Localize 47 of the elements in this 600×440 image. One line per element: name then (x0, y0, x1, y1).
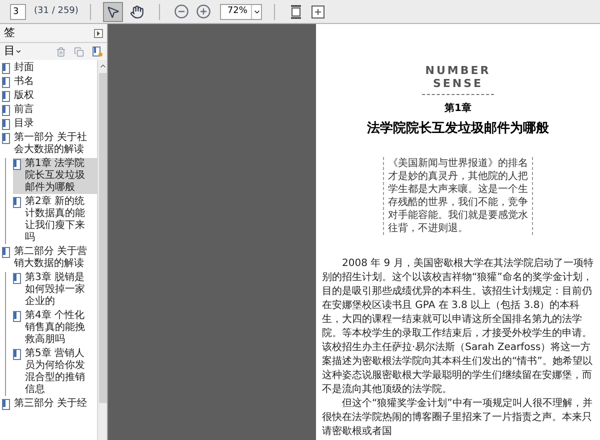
panel-title: 签 (4, 24, 15, 41)
zoom-in-button[interactable] (194, 2, 212, 20)
chapter-number: 第1章 (444, 101, 472, 116)
body-paragraph: 2008 年 9 月，美国密歇根大学在其法学院启动了一项特别的招生计划。这个以该校吉祥物“狼獾”命名的奖学金计划，目的是吸引那些成绩优异的本科生。该招生计划规定：目前仍在安娜堡校区读书且 GPA 在 3.8 以上（包括 3.8）的本科生，大四的课程一结束就可以申请这所全国排名第九的法学院。等本校学生的录取工作结束后，才接受外校学生的申请。该校招生办主任萨拉·易尔法斯（Sarah Zearfoss）将这一方案描述为密歇根法学院向其本科生们发出的“情书”。她希望以这种姿态说服密歇根大学最聪明的学生们继续留在安娜堡，而不是流向其他顶级的法学院。 (322, 256, 594, 396)
bookmark-item[interactable]: 书名 (2, 76, 97, 88)
scroll-thumb[interactable] (98, 73, 106, 403)
chapter-title: 法学院院长互发垃圾邮件为哪般 (367, 120, 549, 138)
bookmark-icon (13, 273, 21, 284)
fit-width-icon (311, 4, 326, 18)
hand-icon (130, 4, 144, 18)
page-count: (31 / 259) (34, 4, 78, 18)
bookmark-item[interactable]: 第2章 新的统计数据真的能让我们瘦下来吗 (13, 196, 97, 244)
bookmark-item[interactable]: 目录 (2, 118, 97, 130)
bookmark-item[interactable]: 前言 (2, 104, 97, 116)
bookmark-item[interactable]: 第1章 法学院院长互发垃圾邮件为哪般 (13, 158, 97, 194)
quote-block: 《美国新闻与世界报道》的排名才是妙的真灵丹，其他院的人把学生都是大声来嚷。这是一个生存残酷的世界，我们不能，竞争对手能容能。我们就是要感觉水往背，不进则退。 (383, 156, 533, 234)
bookmark-item[interactable]: 第三部分 关于经 (2, 398, 97, 410)
dropdown-icon (15, 48, 22, 55)
body-paragraph: 但这个“狼獾奖学金计划”中有一项规定叫人很不理解，并很快在法学院热闹的博客圈子里招来了一片指责之声。本来只请密歇根或者国 (322, 396, 594, 438)
book-logo-text: NUMBER (425, 64, 491, 77)
bookmark-item[interactable]: 第二部分 关于营销大数据的解读 (2, 246, 97, 270)
bookmark-item[interactable]: 第4章 个性化销售真的能挽救高朋吗 (13, 310, 97, 346)
bookmark-icon (13, 311, 21, 322)
zoom-out-button[interactable] (172, 2, 190, 20)
collapse-button[interactable] (94, 28, 103, 38)
fit-width-button[interactable] (309, 2, 328, 20)
zoom-out-icon (174, 4, 189, 19)
options-menu[interactable]: 目 (4, 43, 22, 60)
tool-button[interactable] (103, 2, 124, 22)
bookmark-icon (13, 159, 21, 170)
scrollbar[interactable] (97, 60, 107, 440)
collapse-icon (96, 30, 101, 36)
fit-page-icon (290, 4, 302, 18)
bookmark-item[interactable]: 版权 (2, 90, 97, 102)
bookmark-item[interactable]: 第3章 脱销是如何毁掉一家企业的 (13, 272, 97, 308)
scroll-up-icon[interactable] (98, 62, 106, 70)
page-number-field[interactable]: 3 (10, 4, 26, 20)
bookmark-icon (13, 197, 21, 208)
bookmark-icon (13, 349, 21, 360)
pointer-icon (106, 4, 120, 18)
bookmark-item[interactable]: 封面 (2, 62, 97, 74)
zoom-in-icon (196, 4, 211, 19)
book-logo-text: SENSE (432, 77, 484, 90)
new-bookmark-icon[interactable] (92, 46, 103, 57)
bookmark-item[interactable]: 第一部分 关于社会大数据的解读 (2, 132, 97, 156)
bookmark-item[interactable]: 第5章 营销人员为何给你发混合型的推销信息 (13, 348, 97, 396)
zoom-field[interactable]: 72% (220, 4, 262, 20)
